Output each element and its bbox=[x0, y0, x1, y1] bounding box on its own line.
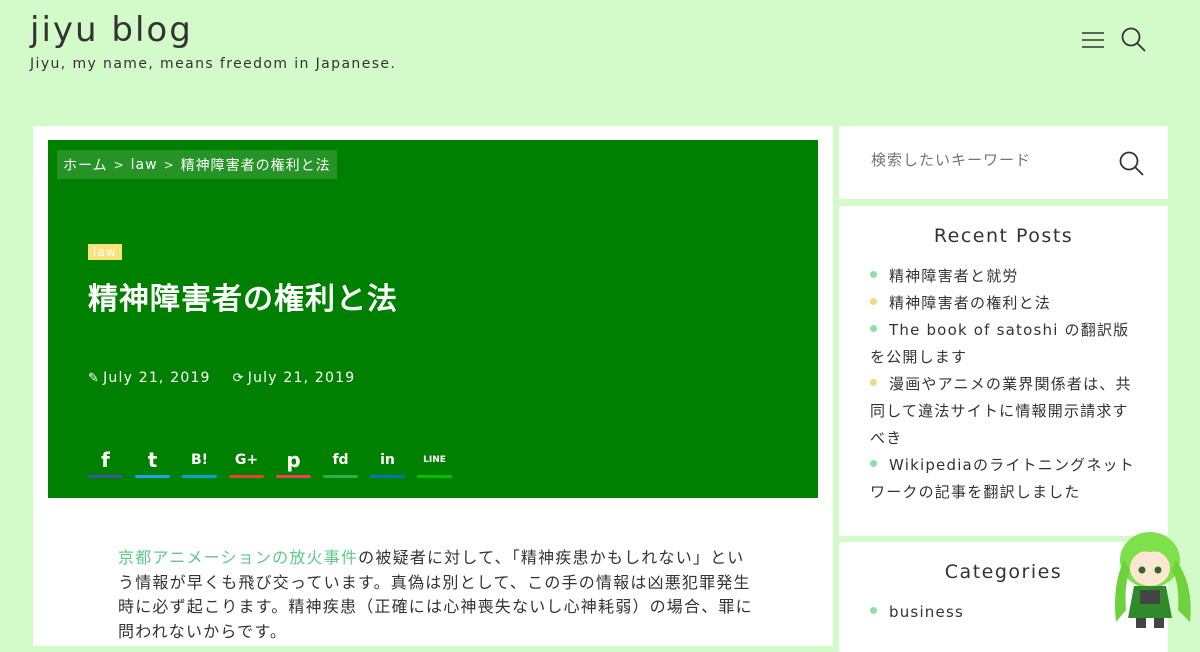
share-pocket-button[interactable]: p bbox=[276, 442, 311, 478]
googleplus-icon: G+ bbox=[234, 452, 259, 468]
published-date: ✎ July 21, 2019 bbox=[88, 370, 211, 386]
breadcrumb: ホーム > law > 精神障害者の権利と法 bbox=[57, 150, 337, 179]
recent-posts-item-label: Wikipediaのライトニングネットワークの記事を翻訳しました bbox=[870, 456, 1135, 501]
recent-posts-item-label: 漫画やアニメの業界関係者は、共同して違法サイトに情報開示請求すべき bbox=[870, 375, 1132, 447]
share-googleplus-button[interactable]: G+ bbox=[229, 442, 264, 478]
chevron-right-icon: > bbox=[163, 157, 175, 172]
recent-posts-title: Recent Posts bbox=[933, 225, 1074, 247]
chevron-right-icon: > bbox=[113, 157, 125, 172]
updated-date-text: July 21, 2019 bbox=[247, 370, 356, 386]
hatena-icon: B! bbox=[190, 452, 209, 468]
search-icon bbox=[1121, 27, 1146, 52]
share-line-button[interactable]: LINE bbox=[417, 442, 452, 478]
share-linkedin-button[interactable]: in bbox=[370, 442, 405, 478]
post-content: 京都アニメーションの放火事件の被疑者に対して、「精神疾患かもしれない」という情報… bbox=[118, 546, 758, 644]
mascot-character-image bbox=[1102, 530, 1200, 634]
published-date-text: July 21, 2019 bbox=[103, 370, 211, 386]
recent-posts-list: 精神障害者と就労精神障害者の権利と法 The book of satoshi の翻… bbox=[839, 263, 1168, 506]
category-badge[interactable]: law bbox=[88, 244, 122, 260]
bullet-dot-icon bbox=[870, 379, 877, 386]
updated-date: ⟳ July 21, 2019 bbox=[233, 370, 356, 386]
share-buttons: f t B! G+ p fd in LINE bbox=[88, 442, 452, 478]
bullet-dot-icon bbox=[870, 298, 877, 305]
recent-posts-widget: Recent Posts 精神障害者と就労精神障害者の権利と法 The book … bbox=[839, 206, 1168, 536]
pocket-icon: p bbox=[286, 448, 301, 472]
header-icons bbox=[1080, 26, 1148, 54]
share-hatena-button[interactable]: B! bbox=[182, 442, 217, 478]
recent-posts-item-label: 精神障害者の権利と法 bbox=[889, 294, 1052, 312]
linkedin-icon: in bbox=[380, 452, 395, 468]
hamburger-icon bbox=[1082, 32, 1104, 48]
share-twitter-button[interactable]: t bbox=[135, 442, 170, 478]
line-icon: LINE bbox=[423, 455, 446, 465]
recent-posts-item[interactable]: The book of satoshi の翻訳版を公開します bbox=[870, 317, 1138, 371]
site-description: Jiyu, my name, means freedom in Japanese… bbox=[30, 56, 397, 72]
feedly-icon: fd bbox=[332, 452, 349, 468]
sidebar-search-button[interactable] bbox=[1118, 150, 1146, 182]
categories-item[interactable]: business bbox=[870, 599, 1138, 626]
post-title: 精神障害者の権利と法 bbox=[88, 282, 398, 317]
pen-icon: ✎ bbox=[88, 371, 101, 386]
recent-posts-item-label: The book of satoshi の翻訳版を公開します bbox=[870, 321, 1130, 366]
recent-posts-item[interactable]: 精神障害者と就労 bbox=[870, 263, 1138, 290]
bullet-dot-icon bbox=[870, 607, 877, 614]
bullet-dot-icon bbox=[870, 325, 877, 332]
sidebar-search bbox=[839, 126, 1168, 199]
breadcrumb-current: 精神障害者の権利と法 bbox=[180, 157, 331, 174]
search-input[interactable] bbox=[869, 150, 1103, 170]
twitter-icon: t bbox=[147, 448, 158, 472]
share-feedly-button[interactable]: fd bbox=[323, 442, 358, 478]
recent-posts-item[interactable]: Wikipediaのライトニングネットワークの記事を翻訳しました bbox=[870, 452, 1138, 506]
search-icon bbox=[1119, 151, 1144, 176]
recent-posts-item[interactable]: 精神障害者の権利と法 bbox=[870, 290, 1138, 317]
categories-item-label: business bbox=[889, 603, 964, 621]
recent-posts-item[interactable]: 漫画やアニメの業界関係者は、共同して違法サイトに情報開示請求すべき bbox=[870, 371, 1138, 452]
header-search-button[interactable] bbox=[1120, 26, 1148, 54]
recent-posts-item-label: 精神障害者と就労 bbox=[889, 267, 1019, 285]
breadcrumb-home[interactable]: ホーム bbox=[63, 155, 108, 175]
site-header: jiyu blog Jiyu, my name, means freedom i… bbox=[30, 10, 396, 72]
share-facebook-button[interactable]: f bbox=[88, 442, 123, 478]
bullet-dot-icon bbox=[870, 271, 877, 278]
content-link[interactable]: 京都アニメーションの放火事件 bbox=[118, 548, 358, 567]
site-title[interactable]: jiyu blog bbox=[30, 10, 396, 50]
bullet-dot-icon bbox=[870, 460, 877, 467]
post-meta: ✎ July 21, 2019 ⟳ July 21, 2019 bbox=[88, 370, 355, 386]
refresh-icon: ⟳ bbox=[232, 371, 245, 386]
main-article-card: ホーム > law > 精神障害者の権利と法 law 精神障害者の権利と法 ✎ J… bbox=[33, 126, 833, 646]
breadcrumb-category[interactable]: law bbox=[131, 157, 158, 173]
post-hero: ホーム > law > 精神障害者の権利と法 law 精神障害者の権利と法 ✎ J… bbox=[48, 140, 818, 498]
facebook-icon: f bbox=[101, 448, 110, 472]
menu-button[interactable] bbox=[1080, 29, 1106, 51]
